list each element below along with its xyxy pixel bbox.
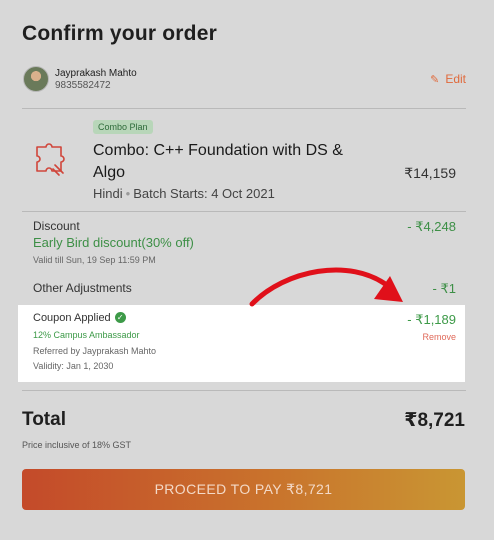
batch-start: Batch Starts: 4 Oct 2021 [133,186,275,201]
coupon-label-row: Coupon Applied ✓ [33,312,126,324]
coupon-label: Coupon Applied [33,312,111,324]
avatar [23,66,49,92]
coupon-amount: - ₹1,189 [407,312,456,327]
total-amount: ₹8,721 [404,410,465,431]
discount-validity: Valid till Sun, 19 Sep 11:59 PM [33,255,156,265]
plan-badge: Combo Plan [93,120,153,134]
coupon-referred-by: Referred by Jayprakash Mahto [33,346,157,356]
total-label: Total [22,409,66,430]
discount-label: Discount [33,219,80,233]
coupon-name: 12% Campus Ambassador [33,330,140,340]
red-arrow-annotation [249,267,403,307]
course-meta: Hindi • Batch Starts: 4 Oct 2021 [93,186,275,201]
course-language: Hindi [93,186,123,201]
edit-button[interactable]: ✎ Edit [430,72,466,86]
page-title: Confirm your order [22,22,217,45]
user-name: Jayprakash Mahto [55,68,137,79]
check-circle-icon: ✓ [114,312,126,323]
adjustments-amount: - ₹1 [432,281,456,296]
puzzle-icon [36,143,65,176]
user-phone: 9835582472 [55,80,111,91]
course-price: ₹14,159 [404,165,456,181]
divider [22,108,466,109]
course-name: Combo: C++ Foundation with DS & Algo [93,142,343,181]
proceed-to-pay-button[interactable]: PROCEED TO PAY ₹8,721 [22,469,465,510]
gst-note: Price inclusive of 18% GST [22,440,132,450]
remove-coupon-button[interactable]: Remove [422,332,456,342]
divider [22,211,466,212]
separator-dot: • [125,186,131,201]
discount-name: Early Bird discount(30% off) [33,235,194,250]
pencil-icon: ✎ [430,74,440,86]
adjustments-label: Other Adjustments [33,281,132,295]
edit-label: Edit [445,72,466,86]
divider [22,390,466,391]
coupon-validity: Validity: Jan 1, 2030 [33,361,114,371]
discount-amount: - ₹4,248 [407,219,456,234]
